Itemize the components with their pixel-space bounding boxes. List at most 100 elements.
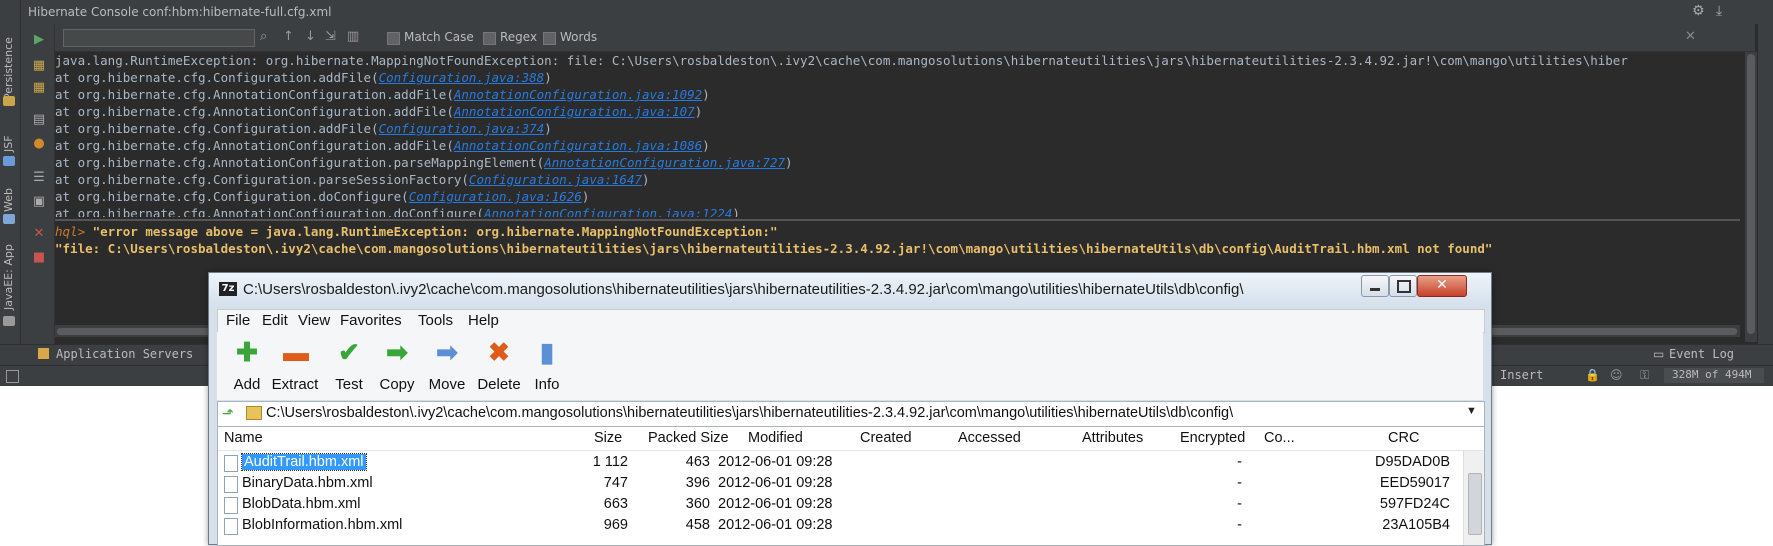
inspector-icon[interactable]: ☺	[1610, 368, 1623, 382]
hibernate-config-icon[interactable]: ▦	[31, 58, 47, 74]
source-link[interactable]: Configuration.java:388	[379, 70, 545, 85]
source-link[interactable]: Configuration.java:374	[379, 121, 545, 136]
extract-button[interactable]: ▬ Extract	[267, 332, 323, 400]
column-accessed[interactable]: Accessed	[958, 430, 1021, 446]
file-name[interactable]: BlobInformation.hbm.xml	[242, 517, 402, 533]
address-bar[interactable]: ⬏ C:\Users\rosbaldeston\.ivy2\cache\com.…	[217, 401, 1485, 427]
right-tool-strip	[1758, 24, 1773, 344]
tool-window-titlebar: Hibernate Console conf:hbm:hibernate-ful…	[0, 0, 1773, 25]
menu-favorites[interactable]: Favorites	[340, 312, 402, 329]
file-list-scroll-thumb[interactable]	[1468, 473, 1482, 535]
match-case-checkbox[interactable]	[387, 32, 400, 45]
gear-icon[interactable]: ⚙	[1692, 3, 1705, 19]
next-occurrence-icon[interactable]: ↓	[305, 29, 316, 44]
close-button[interactable]: ✕	[1417, 275, 1467, 297]
7zip-title: C:\Users\rosbaldeston\.ivy2\cache\com.ma…	[243, 281, 1244, 298]
source-link[interactable]: AnnotationConfiguration.java:1086	[454, 138, 702, 153]
file-name[interactable]: AuditTrail.hbm.xml	[241, 453, 367, 471]
xml-file-icon	[224, 518, 238, 535]
move-label: Move	[428, 376, 466, 393]
git-icon[interactable]: ⚿	[1640, 368, 1649, 383]
insert-mode[interactable]: Insert	[1500, 368, 1543, 382]
info-button[interactable]: ▮ Info	[519, 332, 575, 400]
hide-icon[interactable]: ⤓	[1716, 3, 1722, 19]
column-encrypted[interactable]: Encrypted	[1180, 430, 1245, 446]
tab-application-servers[interactable]: Application Servers	[56, 347, 193, 361]
stop-icon[interactable]: ■	[31, 250, 47, 266]
tree-icon[interactable]: ☰	[31, 170, 47, 186]
menu-file[interactable]: File	[226, 312, 250, 329]
search-icon[interactable]: ⌕	[260, 29, 267, 44]
minimize-button[interactable]	[1361, 275, 1389, 297]
tab-event-log[interactable]: Event Log	[1669, 347, 1734, 361]
hibernate-session-icon[interactable]: ▦	[31, 80, 47, 96]
search-input[interactable]	[63, 29, 255, 47]
column-modified[interactable]: Modified	[748, 430, 803, 446]
address-dropdown-icon[interactable]: ▼	[1466, 405, 1477, 417]
file-list-scrollbar[interactable]	[1463, 451, 1484, 545]
column-crc[interactable]: CRC	[1388, 430, 1419, 446]
file-name[interactable]: BinaryData.hbm.xml	[242, 475, 373, 491]
copy-button[interactable]: ➡ Copy	[369, 332, 425, 400]
parameters-icon[interactable]: ●	[31, 136, 47, 152]
lock-icon[interactable]: 🔒	[1585, 368, 1600, 382]
file-row[interactable]: BlobInformation.hbm.xml 969 458 2012-06-01 …	[218, 514, 1484, 538]
tool-windows-icon[interactable]	[6, 370, 19, 383]
7zip-toolbar: ✚ Add ▬ Extract ✔ Test ➡ Copy ➡ Move ✖ D…	[217, 332, 1483, 400]
move-button[interactable]: ➡ Move	[419, 332, 475, 400]
vertical-scroll-thumb[interactable]	[1747, 54, 1755, 334]
size-cell: 969	[603, 517, 628, 533]
menu-tools[interactable]: Tools	[418, 312, 453, 329]
up-folder-icon[interactable]: ⬏	[222, 405, 234, 422]
console-title: Hibernate Console conf:hbm:hibernate-ful…	[28, 5, 332, 19]
filter-icon[interactable]: ▥	[347, 29, 359, 44]
7zip-logo-icon: 7z	[219, 282, 237, 296]
menu-view[interactable]: View	[298, 312, 330, 329]
layout-icon[interactable]: ▣	[31, 194, 47, 210]
column-attributes[interactable]: Attributes	[1082, 430, 1143, 446]
column-size[interactable]: Size	[594, 430, 622, 446]
tab-persistence[interactable]: Persistence	[2, 26, 18, 100]
file-name[interactable]: BlobData.hbm.xml	[242, 496, 360, 512]
previous-occurrence-icon[interactable]: ↑	[283, 29, 294, 44]
menu-edit[interactable]: Edit	[262, 312, 288, 329]
run-icon[interactable]: ▶	[31, 32, 47, 48]
column-comment[interactable]: Co...	[1264, 430, 1295, 446]
memory-indicator[interactable]: 328M of 494M	[1664, 368, 1764, 383]
tab-jsf[interactable]: JSF	[2, 122, 18, 152]
source-link[interactable]: AnnotationConfiguration.java:107	[454, 104, 695, 119]
source-link[interactable]: AnnotationConfiguration.java:1092	[454, 87, 702, 102]
column-name[interactable]: Name	[224, 430, 263, 446]
tab-javaee-app[interactable]: JavaEE: App	[2, 238, 18, 310]
words-checkbox[interactable]	[543, 32, 556, 45]
source-link[interactable]: AnnotationConfiguration.java:727	[544, 155, 785, 170]
words-label: Words	[560, 30, 598, 44]
find-options-icon[interactable]: ⇲	[325, 29, 336, 44]
close-icon[interactable]: ✕	[31, 226, 47, 242]
copy-icon: ➡	[386, 337, 408, 367]
regex-checkbox[interactable]	[483, 32, 496, 45]
console-divider[interactable]	[55, 219, 1740, 221]
source-link[interactable]: Configuration.java:1647	[469, 172, 642, 187]
event-log-icon: ▭	[1653, 347, 1665, 361]
source-link[interactable]: Configuration.java:1626	[409, 189, 582, 204]
maximize-button[interactable]	[1389, 275, 1417, 297]
tab-web[interactable]: Web	[2, 180, 18, 212]
close-find-icon[interactable]: ✕	[1685, 29, 1696, 44]
clear-icon[interactable]: ▤	[31, 112, 47, 128]
source-link[interactable]: AnnotationConfiguration.java:1224	[484, 206, 732, 217]
xml-file-icon	[224, 497, 238, 514]
column-packed-size[interactable]: Packed Size	[648, 430, 729, 446]
crc-cell: 23A105B4	[1382, 517, 1450, 533]
column-created[interactable]: Created	[860, 430, 912, 446]
regex-label: Regex	[500, 30, 538, 44]
menu-help[interactable]: Help	[468, 312, 499, 329]
stacktrace-text: at org.hibernate.cfg.Configuration.parse…	[55, 172, 469, 187]
persistence-icon	[3, 96, 15, 106]
console-vertical-scrollbar[interactable]	[1745, 52, 1757, 342]
move-icon: ➡	[436, 337, 458, 367]
console-toolbar: ▶ ▦ ▦ ▤ ● ☰ ▣ ✕ ■	[21, 24, 55, 344]
stacktrace-text: at org.hibernate.cfg.AnnotationConfigura…	[55, 138, 454, 153]
size-cell: 747	[603, 475, 628, 491]
stacktrace-line: at org.hibernate.cfg.Configuration.parse…	[55, 171, 1740, 188]
